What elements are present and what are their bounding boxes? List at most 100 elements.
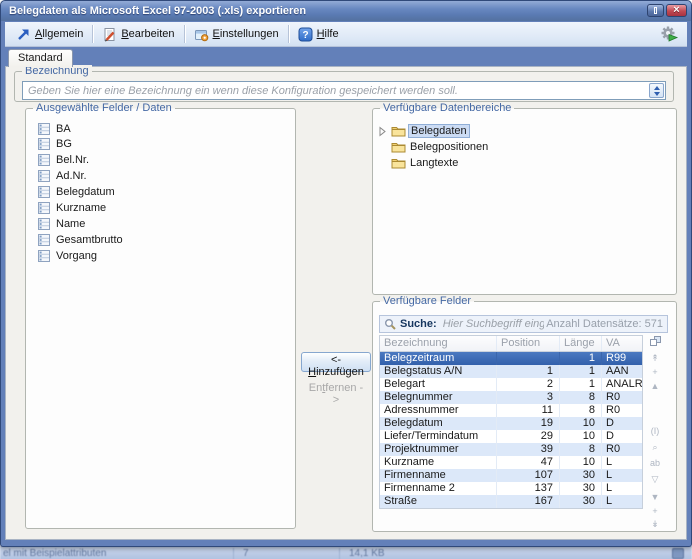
cell-va: D [602, 430, 642, 443]
cell-laenge: 8 [560, 443, 602, 456]
selected-field-item[interactable]: Name [38, 216, 85, 231]
cell-laenge: 30 [560, 495, 602, 508]
selected-field-item[interactable]: Ad.Nr. [38, 168, 87, 183]
toolbar-button-allgemein[interactable]: Allgemein [10, 25, 89, 44]
toolbar-button-label: Bearbeiten [121, 28, 174, 40]
remove-button[interactable]: Entfernen -> [301, 381, 371, 407]
background-status-text: 14,1 KB [349, 548, 385, 559]
selected-field-item[interactable]: BG [38, 136, 72, 151]
previous-row-icon[interactable]: ▲ [646, 380, 664, 392]
tree-item-belegdaten[interactable]: Belegdaten [391, 123, 470, 138]
table-row[interactable]: Firmenname 2 137 30 L [380, 482, 642, 495]
table-row[interactable]: Firmenname 107 30 L [380, 469, 642, 482]
screen: el mit Beispielattributen 7 14,1 KB Bele… [0, 0, 692, 559]
table-field-icon [38, 202, 50, 214]
cell-va: D [602, 417, 642, 430]
table-row[interactable]: Belegzeitraum 1 R99 [380, 352, 642, 365]
parentheses-icon[interactable]: (I) [646, 425, 664, 437]
group-selected-fields: Ausgewählte Felder / Daten BA BG Bel.Nr.… [25, 108, 296, 529]
close-button[interactable]: × [666, 4, 687, 17]
column-header-bezeichnung[interactable]: Bezeichnung [380, 336, 497, 351]
cell-position: 167 [497, 495, 560, 508]
search-input[interactable] [441, 317, 547, 331]
cell-bezeichnung: Adressnummer [380, 404, 497, 417]
cell-bezeichnung: Projektnummer [380, 443, 497, 456]
restore-button[interactable] [647, 4, 664, 17]
cell-va: L [602, 456, 642, 469]
selected-field-item[interactable]: Bel.Nr. [38, 152, 89, 167]
cell-laenge: 10 [560, 430, 602, 443]
cell-bezeichnung: Firmenname [380, 469, 497, 482]
cell-va: L [602, 495, 642, 508]
filter-icon[interactable]: ▽ [646, 473, 664, 485]
find-icon[interactable]: ⌕ [646, 441, 664, 453]
edit-page-icon [102, 27, 117, 42]
add-button[interactable]: <- Hinzufügen [301, 352, 371, 372]
toolbar-button-bearbeiten[interactable]: Bearbeiten [96, 25, 180, 44]
table-row[interactable]: Belegart 2 1 ANALRGI [380, 378, 642, 391]
restore-icon [654, 7, 657, 14]
toolbar-button-hilfe[interactable]: ? Hilfe [292, 25, 345, 44]
column-header-laenge[interactable]: Länge [560, 336, 602, 351]
cell-va: R0 [602, 391, 642, 404]
selected-field-item[interactable]: Vorgang [38, 248, 97, 263]
toolbar-button-einstellungen[interactable]: Einstellungen [188, 25, 285, 44]
table-row[interactable]: Belegdatum 19 10 D [380, 417, 642, 430]
spin-up-icon [654, 86, 660, 90]
table-row[interactable]: Liefer/Termindatum 29 10 D [380, 430, 642, 443]
tree-item-belegpositionen[interactable]: Belegpositionen [391, 139, 488, 154]
search-icon [384, 318, 396, 330]
cell-bezeichnung: Belegzeitraum [380, 352, 497, 365]
bezeichnung-input[interactable] [22, 81, 666, 100]
column-chooser-icon[interactable] [646, 335, 664, 351]
cell-bezeichnung: Straße [380, 495, 497, 508]
tab-standard[interactable]: Standard [8, 49, 73, 67]
tree-item-langtexte[interactable]: Langtexte [391, 155, 458, 170]
cell-position: 11 [497, 404, 560, 417]
bezeichnung-spinner[interactable] [649, 83, 664, 98]
execute-export-button[interactable] [658, 23, 680, 45]
move-up-icon[interactable]: + [646, 366, 664, 378]
selected-field-item[interactable]: Kurzname [38, 200, 106, 215]
selected-field-item[interactable]: Gesamtbrutto [38, 232, 123, 247]
table-row[interactable]: Belegnummer 3 8 R0 [380, 391, 642, 404]
cell-position: 2 [497, 378, 560, 391]
bezeichnung-field [22, 81, 666, 100]
tree-expander-icon[interactable] [378, 126, 387, 140]
cell-va: R0 [602, 404, 642, 417]
search-label: Suche: [400, 318, 437, 330]
group-selected-fields-label: Ausgewählte Felder / Daten [33, 102, 175, 115]
table-field-icon [38, 234, 50, 246]
selected-field-item[interactable]: Belegdatum [38, 184, 115, 199]
table-row[interactable]: Adressnummer 11 8 R0 [380, 404, 642, 417]
table-row[interactable]: Projektnummer 39 8 R0 [380, 443, 642, 456]
cell-position: 1 [497, 365, 560, 378]
folder-icon [391, 125, 406, 137]
column-header-va[interactable]: VA [602, 336, 642, 351]
move-down-icon[interactable]: + [646, 505, 664, 517]
next-row-icon[interactable]: ▼ [646, 491, 664, 503]
cell-laenge: 10 [560, 417, 602, 430]
table-row[interactable]: Straße 167 30 L [380, 495, 642, 508]
cell-va: ANALRGI [602, 378, 642, 391]
cell-position: 137 [497, 482, 560, 495]
scroll-to-top-icon[interactable]: ↟ [646, 352, 664, 364]
table-header: Bezeichnung Position Länge VA [380, 336, 642, 352]
cell-laenge: 8 [560, 404, 602, 417]
toolbar-separator [184, 25, 185, 43]
cell-position: 47 [497, 456, 560, 469]
spin-down-icon [654, 92, 660, 96]
scroll-to-bottom-icon[interactable]: ↡ [646, 518, 664, 530]
cell-position: 19 [497, 417, 560, 430]
tree-item-label: Langtexte [410, 157, 458, 169]
svg-text:?: ? [302, 30, 308, 41]
tree-item-label: Belegdaten [408, 124, 470, 138]
cell-va: L [602, 482, 642, 495]
table-row[interactable]: Kurzname 47 10 L [380, 456, 642, 469]
text-search-icon[interactable]: ab [646, 457, 664, 469]
column-header-position[interactable]: Position [497, 336, 560, 351]
cell-position: 39 [497, 443, 560, 456]
table-row[interactable]: Belegstatus A/N 1 1 AAN [380, 365, 642, 378]
table-field-icon [38, 250, 50, 262]
selected-field-item[interactable]: BA [38, 121, 71, 136]
